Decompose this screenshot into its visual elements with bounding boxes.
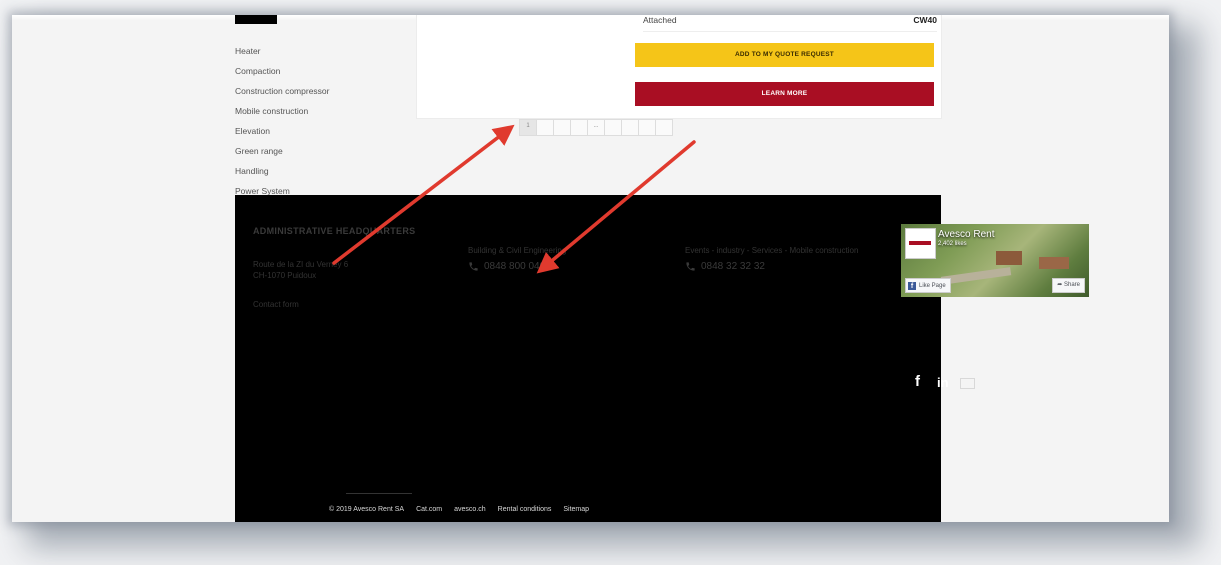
screenshot-frame: Heater Compaction Construction compresso… bbox=[12, 15, 1169, 522]
annotation-arrows bbox=[332, 124, 696, 274]
annotation-arrow-to-pagination bbox=[332, 124, 515, 265]
annotation-arrow-to-phone bbox=[536, 140, 696, 274]
